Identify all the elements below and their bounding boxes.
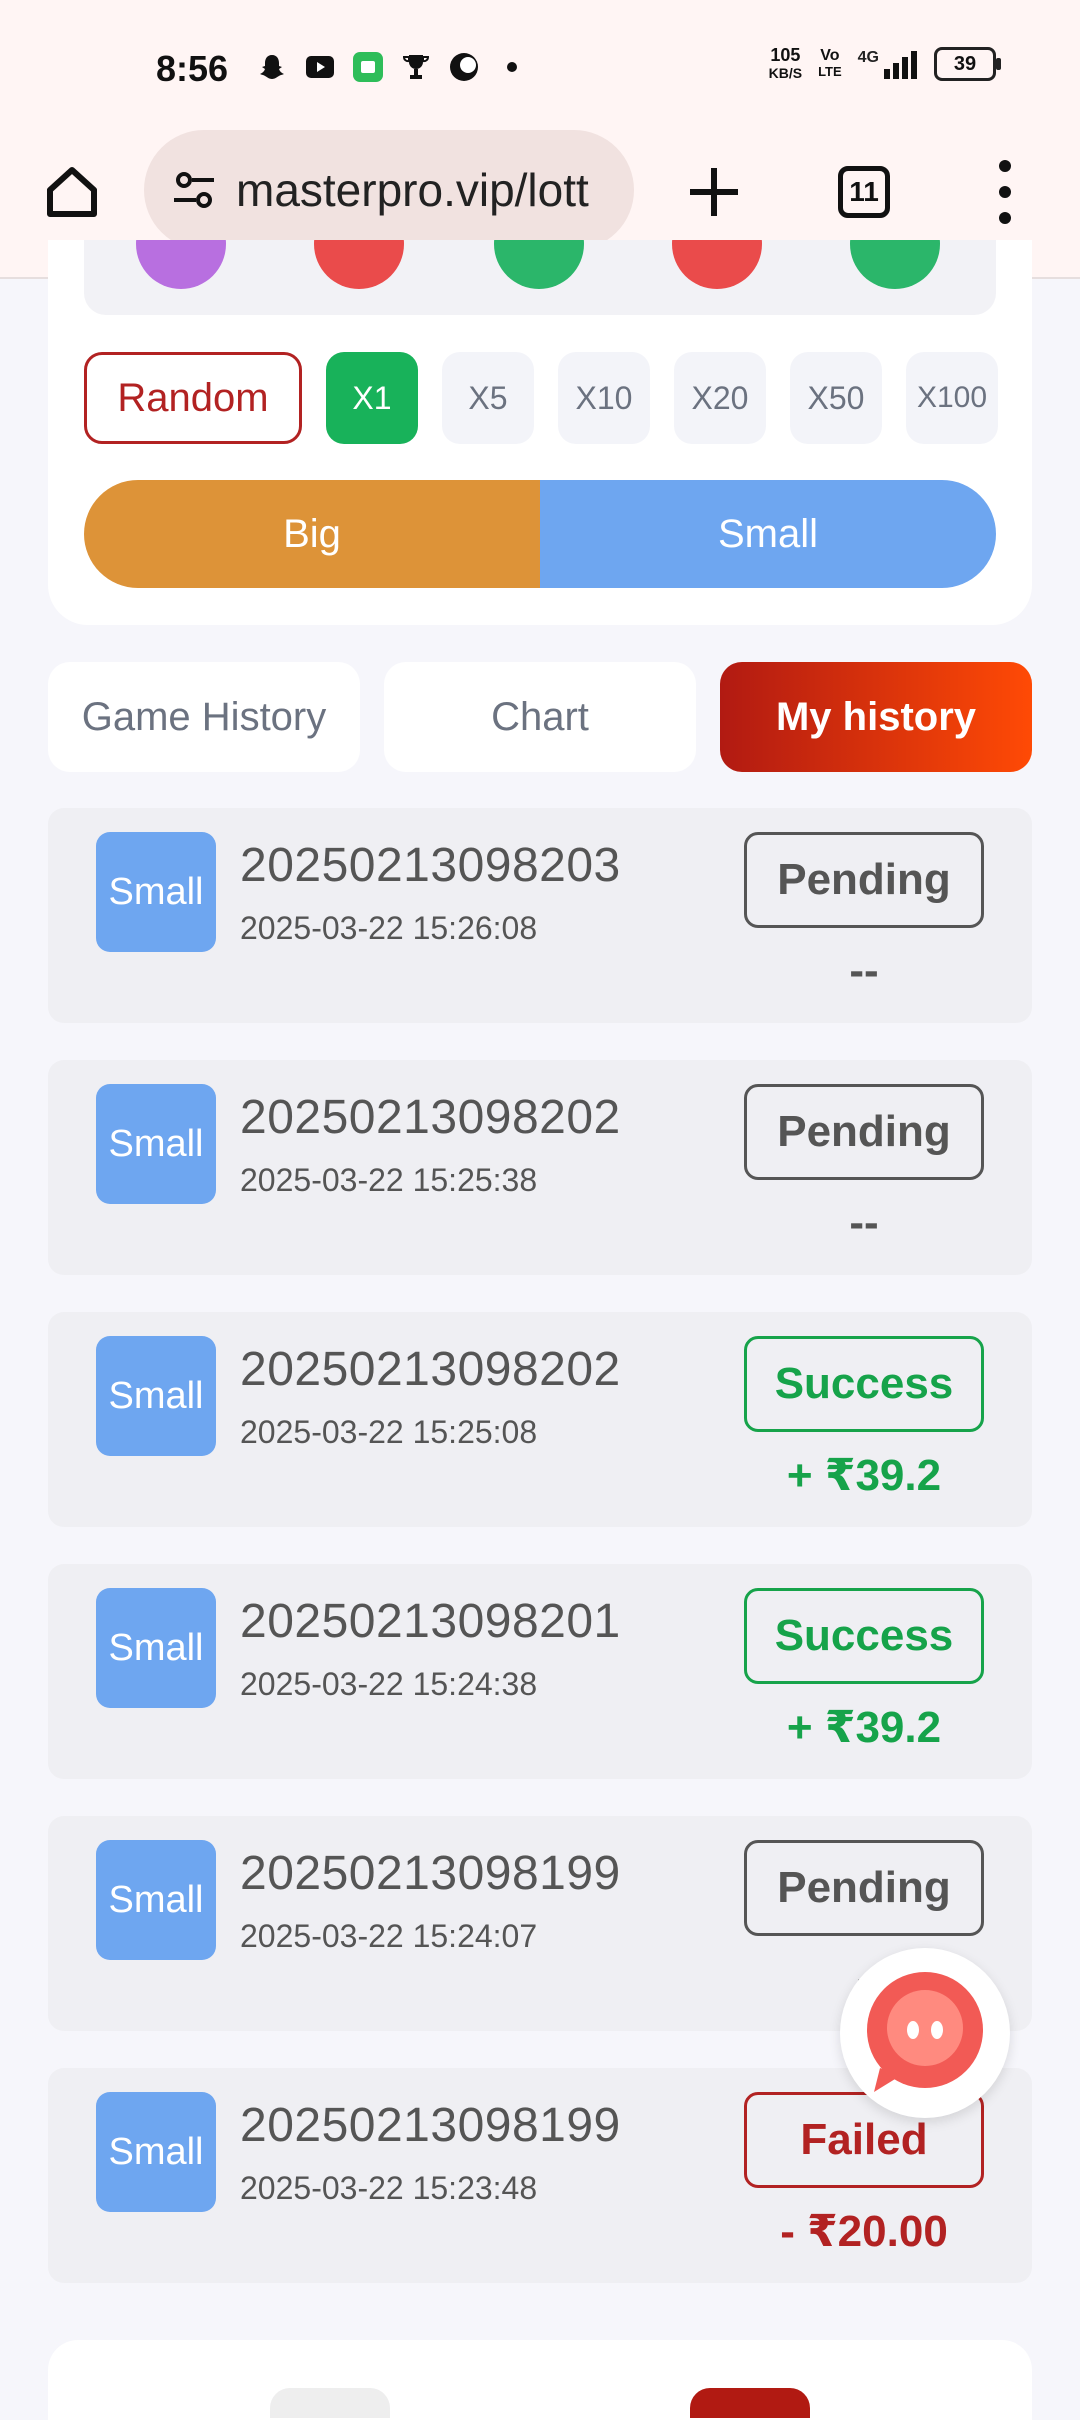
bet-timestamp: 2025-03-22 15:25:08 — [240, 1414, 538, 1450]
status-badge: Pending — [744, 1840, 984, 1936]
multiplier-x10-button[interactable]: X10 — [558, 352, 650, 444]
big-button[interactable]: Big — [84, 480, 540, 588]
battery-icon: 39 — [934, 47, 1001, 81]
tab-chart[interactable]: Chart — [384, 662, 696, 772]
small-button[interactable]: Small — [540, 480, 996, 588]
status-bar: 8:56 105 KB/S Vo LTE 4G 39 — [0, 0, 1080, 135]
number-ball[interactable] — [672, 240, 762, 289]
period-number: 20250213098201 — [240, 1595, 621, 1648]
period-number: 20250213098199 — [240, 1847, 621, 1900]
volte-indicator: Vo LTE — [818, 48, 842, 80]
number-ball[interactable] — [850, 240, 940, 289]
net-speed-unit: KB/S — [768, 65, 803, 81]
clock: 8:56 — [156, 48, 229, 89]
signal-icon: 4G — [858, 49, 918, 79]
status-badge: Success — [744, 1336, 984, 1432]
prev-page-button[interactable] — [270, 2388, 390, 2418]
bet-timestamp: 2025-03-22 15:25:38 — [240, 1162, 538, 1198]
multiplier-x20-button[interactable]: X20 — [674, 352, 766, 444]
pagination-card — [48, 2340, 1032, 2420]
period-number: 20250213098199 — [240, 2099, 621, 2152]
address-bar[interactable]: masterpro.vip/lott — [144, 130, 634, 250]
number-balls-strip — [84, 240, 996, 315]
multiplier-x5-button[interactable]: X5 — [442, 352, 534, 444]
period-number: 20250213098203 — [240, 839, 621, 892]
history-row[interactable]: Small 20250213098202 2025-03-22 15:25:08… — [48, 1312, 1032, 1527]
bet-timestamp: 2025-03-22 15:24:38 — [240, 1666, 538, 1702]
status-badge: Success — [744, 1588, 984, 1684]
net-speed-value: 105 — [770, 45, 801, 65]
url-text[interactable]: masterpro.vip/lott — [236, 163, 589, 217]
multiplier-x50-button[interactable]: X50 — [790, 352, 882, 444]
bet-type-badge: Small — [96, 1084, 216, 1204]
tab-count: 11 — [849, 176, 879, 207]
system-indicators: 105 KB/S Vo LTE 4G 39 — [769, 46, 1001, 82]
number-ball[interactable] — [494, 240, 584, 289]
result-amount: -- — [849, 946, 879, 995]
dot-icon — [495, 50, 529, 84]
number-ball[interactable] — [136, 240, 226, 289]
number-ball[interactable] — [314, 240, 404, 289]
more-menu-icon[interactable] — [990, 160, 1020, 224]
result-amount: + ₹39.2 — [786, 1703, 942, 1752]
status-badge: Pending — [744, 832, 984, 928]
bet-type-badge: Small — [96, 832, 216, 952]
status-badge: Pending — [744, 1084, 984, 1180]
result-amount: + ₹39.2 — [786, 1451, 942, 1500]
site-settings-icon[interactable] — [164, 160, 224, 220]
battery-level: 39 — [953, 52, 977, 75]
bet-type-badge: Small — [96, 1840, 216, 1960]
bet-timestamp: 2025-03-22 15:26:08 — [240, 910, 538, 946]
volte-bottom: LTE — [818, 64, 842, 79]
new-tab-icon[interactable] — [684, 162, 744, 222]
big-small-selector: Big Small — [84, 480, 996, 588]
chat-bubble-icon — [867, 1972, 983, 2092]
multiplier-row: Random X1 X5 X10 X20 X50 X100 — [84, 352, 998, 444]
notification-icons — [255, 50, 529, 84]
next-page-button[interactable] — [690, 2388, 810, 2418]
network-speed: 105 KB/S — [769, 46, 802, 82]
tab-my-history[interactable]: My history — [720, 662, 1032, 772]
tv-icon — [303, 50, 337, 84]
home-icon[interactable] — [40, 160, 104, 224]
volte-top: Vo — [820, 47, 840, 64]
result-amount: -- — [849, 1198, 879, 1247]
history-row[interactable]: Small 20250213098202 2025-03-22 15:25:38… — [48, 1060, 1032, 1275]
trophy-icon — [399, 50, 433, 84]
customer-service-button[interactable] — [840, 1948, 1010, 2118]
history-tabs: Game History Chart My history — [48, 662, 1032, 772]
result-amount: - ₹20.00 — [780, 2207, 948, 2256]
bet-type-badge: Small — [96, 2092, 216, 2212]
history-row[interactable]: Small 20250213098203 2025-03-22 15:26:08… — [48, 808, 1032, 1023]
bet-timestamp: 2025-03-22 15:24:07 — [240, 1918, 538, 1954]
random-button[interactable]: Random — [84, 352, 302, 444]
bet-type-badge: Small — [96, 1336, 216, 1456]
tab-switcher-button[interactable]: 11 — [838, 166, 890, 218]
bet-timestamp: 2025-03-22 15:23:48 — [240, 2170, 538, 2206]
multiplier-x1-button[interactable]: X1 — [326, 352, 418, 444]
multiplier-x100-button[interactable]: X100 — [906, 352, 998, 444]
tab-game-history[interactable]: Game History — [48, 662, 360, 772]
bet-type-badge: Small — [96, 1588, 216, 1708]
period-number: 20250213098202 — [240, 1343, 621, 1396]
app-store-icon — [351, 50, 385, 84]
moon-app-icon — [447, 50, 481, 84]
history-row[interactable]: Small 20250213098201 2025-03-22 15:24:38… — [48, 1564, 1032, 1779]
network-type: 4G — [857, 49, 879, 66]
period-number: 20250213098202 — [240, 1091, 621, 1144]
snapchat-icon — [255, 50, 289, 84]
